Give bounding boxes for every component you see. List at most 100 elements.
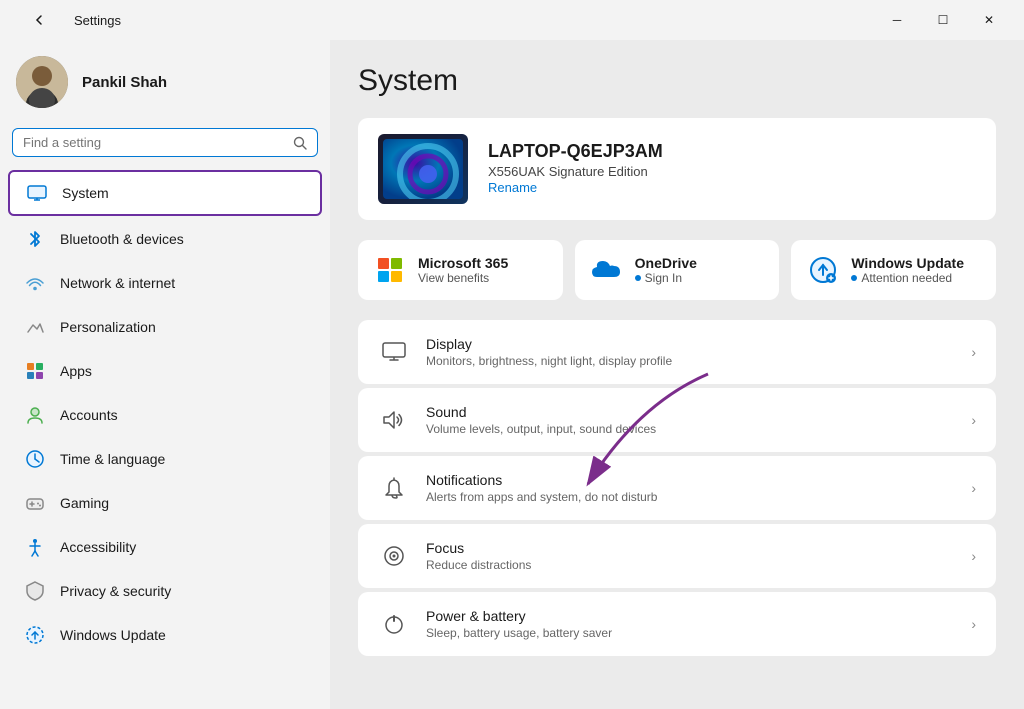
apps-icon [24,360,46,382]
onedrive-text: OneDrive Sign In [635,255,697,285]
setting-notifications[interactable]: Notifications Alerts from apps and syste… [358,456,996,520]
sidebar-item-gaming[interactable]: Gaming [8,482,322,524]
system-nav-icon [26,182,48,204]
setting-focus[interactable]: Focus Reduce distractions › [358,524,996,588]
focus-icon [378,540,410,572]
sidebar-item-bluetooth[interactable]: Bluetooth & devices [8,218,322,260]
sidebar-item-system[interactable]: System [8,170,322,216]
sidebar: Pankil Shah System [0,40,330,709]
windowsupdate-quick-icon [807,254,839,286]
app-title: Settings [74,13,121,28]
device-card: LAPTOP-Q6EJP3AM X556UAK Signature Editio… [358,118,996,220]
focus-text: Focus Reduce distractions [426,540,955,572]
app-body: Pankil Shah System [0,40,1024,709]
microsoft365-icon [374,254,406,286]
power-chevron: › [971,616,976,632]
search-icon [293,136,307,150]
notifications-text: Notifications Alerts from apps and syste… [426,472,955,504]
bluetooth-icon [24,228,46,250]
sidebar-item-accessibility[interactable]: Accessibility [8,526,322,568]
power-desc: Sleep, battery usage, battery saver [426,626,955,640]
close-button[interactable]: ✕ [966,4,1012,36]
page-title: System [358,64,996,98]
sidebar-item-label-gaming: Gaming [60,495,109,511]
titlebar: Settings ─ ☐ ✕ [0,0,1024,40]
settings-list: Display Monitors, brightness, night ligh… [358,320,996,656]
setting-sound[interactable]: Sound Volume levels, output, input, soun… [358,388,996,452]
display-desc: Monitors, brightness, night light, displ… [426,354,955,368]
sound-desc: Volume levels, output, input, sound devi… [426,422,955,436]
onedrive-status-dot [635,275,641,281]
minimize-button[interactable]: ─ [874,4,920,36]
accessibility-icon [24,536,46,558]
sidebar-item-label-apps: Apps [60,363,92,379]
notifications-chevron: › [971,480,976,496]
sidebar-item-label-time: Time & language [60,451,165,467]
user-profile[interactable]: Pankil Shah [0,40,330,128]
device-name: LAPTOP-Q6EJP3AM [488,141,976,162]
sidebar-item-label-accessibility: Accessibility [60,539,136,555]
quick-link-microsoft365[interactable]: Microsoft 365 View benefits [358,240,563,300]
quick-links: Microsoft 365 View benefits OneDriv [358,240,996,300]
focus-desc: Reduce distractions [426,558,955,572]
device-thumbnail [378,134,468,204]
time-icon [24,448,46,470]
quick-link-windowsupdate[interactable]: Windows Update Attention needed [791,240,996,300]
search-box[interactable] [12,128,318,157]
sidebar-item-label-privacy: Privacy & security [60,583,171,599]
window-controls: ─ ☐ ✕ [874,4,1012,36]
sidebar-item-privacy[interactable]: Privacy & security [8,570,322,612]
focus-chevron: › [971,548,976,564]
power-text: Power & battery Sleep, battery usage, ba… [426,608,955,640]
accounts-icon [24,404,46,426]
sidebar-item-label-system: System [62,185,109,201]
sidebar-item-network[interactable]: Network & internet [8,262,322,304]
sidebar-item-windows-update[interactable]: Windows Update [8,614,322,656]
content-area: System [330,40,1024,709]
microsoft365-subtitle: View benefits [418,271,508,285]
content-wrapper: System [358,64,996,656]
sound-title: Sound [426,404,955,420]
power-title: Power & battery [426,608,955,624]
onedrive-icon [591,254,623,286]
personalization-icon [24,316,46,338]
display-icon [378,336,410,368]
gaming-icon [24,492,46,514]
network-icon [24,272,46,294]
notifications-icon [378,472,410,504]
display-title: Display [426,336,955,352]
sidebar-item-accounts[interactable]: Accounts [8,394,322,436]
sidebar-item-personalization[interactable]: Personalization [8,306,322,348]
privacy-icon [24,580,46,602]
notifications-title: Notifications [426,472,955,488]
windowsupdate-status-dot [851,275,857,281]
windowsupdate-text: Windows Update Attention needed [851,255,964,285]
sidebar-item-apps[interactable]: Apps [8,350,322,392]
search-input[interactable] [23,135,285,150]
windows-update-icon [24,624,46,646]
sidebar-item-time[interactable]: Time & language [8,438,322,480]
sidebar-item-label-personalization: Personalization [60,319,156,335]
sidebar-item-label-accounts: Accounts [60,407,118,423]
microsoft365-text: Microsoft 365 View benefits [418,255,508,285]
power-icon [378,608,410,640]
device-rename-link[interactable]: Rename [488,180,537,195]
quick-link-onedrive[interactable]: OneDrive Sign In [575,240,780,300]
onedrive-subtitle: Sign In [635,271,697,285]
focus-title: Focus [426,540,955,556]
windowsupdate-subtitle: Attention needed [851,271,964,285]
onedrive-title: OneDrive [635,255,697,271]
back-button[interactable] [16,4,62,36]
sidebar-item-label-bluetooth: Bluetooth & devices [60,231,184,247]
sidebar-item-label-update: Windows Update [60,627,166,643]
notifications-desc: Alerts from apps and system, do not dist… [426,490,955,504]
sound-text: Sound Volume levels, output, input, soun… [426,404,955,436]
maximize-button[interactable]: ☐ [920,4,966,36]
display-chevron: › [971,344,976,360]
sidebar-item-label-network: Network & internet [60,275,175,291]
titlebar-left: Settings [16,4,121,36]
sound-chevron: › [971,412,976,428]
display-text: Display Monitors, brightness, night ligh… [426,336,955,368]
setting-display[interactable]: Display Monitors, brightness, night ligh… [358,320,996,384]
setting-power[interactable]: Power & battery Sleep, battery usage, ba… [358,592,996,656]
